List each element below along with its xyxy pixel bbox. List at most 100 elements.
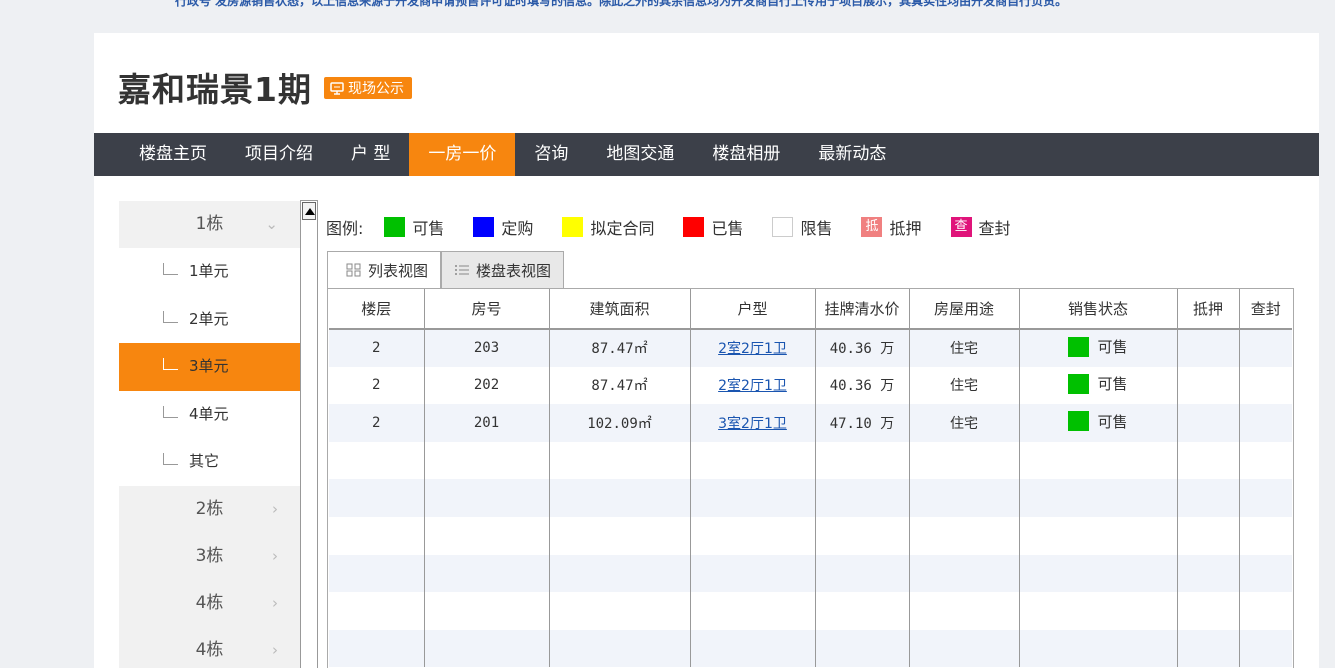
tree-branch-icon	[163, 263, 178, 275]
tab-building-view[interactable]: 楼盘表视图	[441, 251, 565, 288]
legend-item: 限售	[772, 215, 832, 239]
list-icon	[455, 265, 470, 275]
sidebar-unit-item[interactable]: 4单元	[119, 391, 300, 439]
table-cell: 可售	[1019, 404, 1178, 442]
building-label: 1栋	[195, 214, 224, 234]
building-label: 2栋	[195, 498, 224, 519]
sidebar-building-expanded[interactable]: 1栋 ⌄	[119, 201, 300, 248]
table-cell	[909, 592, 1020, 630]
building-sidebar: 1栋 ⌄ 1单元 2单元 3单元 4单元 其它 2栋 › 3栋 › 4栋 › 4栋 ›	[119, 201, 300, 668]
table-body: 2 203 87.47㎡ 2室2厅1卫 40.36 万住宅 可售 2 202 87.47㎡ 2室2…	[329, 329, 1292, 668]
top-notice: 行政号 发房源销售状态，以上信息来源于开发商申请预售许可证时填写的信息。除此之外…	[175, 0, 1068, 8]
nav-item-7[interactable]: 楼盘相册	[693, 133, 799, 176]
unit-label: 1单元	[189, 262, 229, 280]
monitor-icon	[330, 81, 344, 95]
tab-building-view-label: 楼盘表视图	[476, 261, 552, 280]
table-header: 楼层 房号 建筑面积 户型 挂牌清水价 房屋用途 销售状态 抵押 查封	[329, 289, 1292, 330]
chevron-right-icon: ›	[272, 593, 278, 612]
tab-list-view[interactable]: 列表视图	[327, 251, 442, 288]
status-swatch	[1068, 373, 1090, 394]
nav-item-5[interactable]: 咨询	[515, 133, 587, 176]
table-cell	[329, 516, 425, 555]
legend-label: 查封	[978, 219, 1011, 238]
nav-item-1[interactable]: 楼盘主页	[120, 133, 226, 176]
legend-item: 可售	[384, 215, 444, 239]
main-panel: 嘉和瑞景1期 现场公示 楼盘主页 项目介绍户 型一房一价 咨询 地图交通 楼盘相册 最新动…	[94, 33, 1319, 668]
table-cell	[549, 479, 691, 517]
chevron-right-icon: ›	[272, 499, 278, 518]
cell-value: 40.36 万	[829, 378, 895, 395]
table-cell	[690, 592, 816, 630]
table-row	[329, 592, 1292, 630]
table-cell	[1239, 441, 1292, 480]
sidebar-unit-item[interactable]: 2单元	[119, 296, 300, 344]
table-row	[329, 554, 1292, 593]
table-cell	[1239, 479, 1292, 517]
legend-swatch	[772, 217, 794, 237]
sidebar-scrollbar[interactable]	[300, 200, 318, 668]
status-label: 可售	[1097, 375, 1128, 394]
nav-item-6[interactable]: 地图交通	[587, 133, 693, 176]
nav-item-8[interactable]: 最新动态	[799, 133, 905, 176]
legend-item: 查查封	[950, 215, 1011, 239]
badge-label: 现场公示	[347, 81, 404, 97]
unit-label: 其它	[189, 452, 220, 470]
layout-link[interactable]: 2室2厅1卫	[718, 378, 787, 394]
sidebar-building[interactable]: 4栋 ›	[119, 626, 300, 668]
legend-swatch: 查	[950, 217, 972, 237]
layout-link[interactable]: 2室2厅1卫	[718, 341, 787, 357]
building-label: 3栋	[195, 545, 224, 566]
table-cell	[1239, 629, 1292, 668]
sidebar-building[interactable]: 2栋 ›	[119, 485, 300, 533]
cell-value: 201	[473, 414, 500, 431]
status-label: 可售	[1097, 338, 1128, 357]
legend-label: 图例:	[326, 219, 364, 238]
table-cell	[909, 554, 1020, 593]
table-cell	[1177, 479, 1240, 517]
table-cell	[549, 516, 691, 555]
table-cell	[1177, 366, 1240, 405]
table-row	[329, 629, 1292, 668]
table-row	[329, 441, 1292, 480]
onsite-notice-badge[interactable]: 现场公示	[323, 77, 412, 99]
sale-status: 可售	[1068, 336, 1128, 357]
column-header: 查封	[1239, 289, 1292, 330]
legend-label: 已售	[711, 219, 744, 238]
tab-list-view-label: 列表视图	[368, 261, 429, 280]
scroll-up-arrow-icon[interactable]	[302, 202, 316, 220]
column-header: 房号	[424, 289, 550, 330]
table-cell: 203	[424, 329, 550, 367]
table-cell: 2室2厅1卫	[690, 366, 816, 405]
tree-branch-icon	[163, 358, 178, 370]
table-cell	[1177, 629, 1240, 668]
nav-item-4[interactable]: 一房一价	[409, 133, 516, 176]
table-cell	[815, 629, 910, 668]
sale-status: 可售	[1068, 373, 1128, 394]
table-cell	[909, 516, 1020, 555]
table-cell	[424, 441, 550, 480]
sidebar-building[interactable]: 4栋 ›	[119, 579, 300, 627]
nav-item-3[interactable]: 户 型	[332, 133, 409, 176]
column-header: 抵押	[1177, 289, 1240, 330]
sidebar-unit-item[interactable]: 其它	[119, 438, 300, 486]
sidebar-unit-item[interactable]: 1单元	[119, 248, 300, 296]
nav-item-2[interactable]: 项目介绍	[226, 133, 332, 176]
tree-branch-icon	[163, 453, 178, 465]
status-swatch	[1068, 411, 1090, 432]
legend-swatch	[384, 217, 406, 237]
table-cell	[1177, 441, 1240, 480]
legend-item: 拟定合同	[562, 215, 654, 239]
sidebar-building[interactable]: 3栋 ›	[119, 532, 300, 580]
table-cell	[690, 629, 816, 668]
layout-link[interactable]: 3室2厅1卫	[718, 416, 787, 432]
table-cell	[1239, 592, 1292, 630]
legend-label: 可售	[412, 219, 445, 238]
cell-value: 47.10 万	[829, 415, 895, 432]
table-cell	[1177, 516, 1240, 555]
table-cell	[424, 516, 550, 555]
table-cell	[424, 629, 550, 668]
cell-value: 87.47㎡	[591, 378, 648, 395]
cell-value: 102.09㎡	[587, 415, 652, 432]
sidebar-unit-item[interactable]: 3单元	[119, 343, 300, 391]
building-label: 4栋	[195, 592, 224, 613]
